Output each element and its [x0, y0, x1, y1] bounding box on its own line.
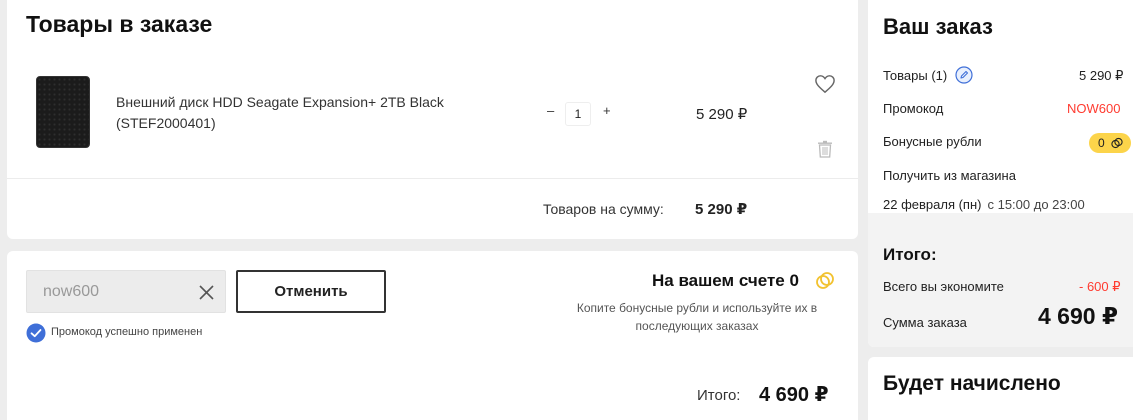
product-name[interactable]: Внешний диск HDD Seagate Expansion+ 2TB … [116, 92, 496, 134]
promo-code-input[interactable]: now600 [26, 270, 226, 313]
close-icon[interactable] [198, 284, 215, 301]
quantity-input[interactable]: 1 [565, 102, 591, 126]
savings-label: Всего вы экономите [883, 279, 1004, 294]
promo-card: now600 Отменить Промокод успешно примене… [7, 251, 858, 420]
order-summary-title: Ваш заказ [883, 14, 993, 39]
check-circle-icon [26, 323, 46, 343]
pencil-icon[interactable] [955, 66, 973, 84]
account-balance-title: На вашем счете 0 [652, 271, 799, 290]
goods-value: 5 290 ₽ [1079, 68, 1124, 83]
coin-icon [1111, 137, 1123, 149]
account-hint: Копите бонусные рубли и используйте их в… [576, 301, 818, 333]
savings-value: - 600 ₽ [1079, 279, 1121, 294]
items-section-title: Товары в заказе [26, 11, 213, 37]
divider [7, 178, 858, 179]
total-label: Итого: [697, 387, 741, 404]
order-sum-value: 4 690 ₽ [1038, 303, 1118, 329]
promo-code-display: NOW600 [1067, 101, 1121, 116]
goods-label: Товары (1) [883, 68, 948, 83]
bonus-accrual-card: Будет начислено [868, 357, 1133, 420]
bonus-rubles-toggle[interactable]: 0 [1089, 133, 1131, 153]
pickup-datetime: 22 февраля (пн) с 15:00 до 23:00 [883, 197, 1085, 212]
quantity-decrease-button[interactable]: – [547, 103, 554, 118]
product-image[interactable] [36, 76, 90, 148]
product-price: 5 290 ₽ [696, 106, 748, 123]
order-total-heading: Итого: [883, 245, 937, 264]
order-summary-card: Ваш заказ Товары (1) 5 290 ₽ Промокод NO… [868, 0, 1133, 347]
pickup-time: с 15:00 до 23:00 [987, 197, 1085, 212]
quantity-increase-button[interactable]: + [603, 103, 611, 118]
trash-icon[interactable] [817, 140, 833, 158]
pickup-date: 22 февраля (пн) [883, 197, 982, 212]
order-items-card: Товары в заказе Внешний диск HDD Seagate… [7, 0, 858, 239]
promo-label: Промокод [883, 101, 944, 116]
bonus-rubles-value: 0 [1098, 136, 1105, 150]
heart-icon[interactable] [814, 74, 836, 94]
subtotal-value: 5 290 ₽ [695, 201, 748, 218]
bonus-accrual-title: Будет начислено [883, 372, 1061, 395]
pickup-label: Получить из магазина [883, 168, 1016, 183]
order-sum-label: Сумма заказа [883, 315, 967, 330]
coin-icon [816, 272, 834, 289]
promo-success-text: Промокод успешно применен [51, 326, 203, 338]
cancel-promo-button[interactable]: Отменить [236, 270, 386, 313]
total-value: 4 690 ₽ [759, 384, 829, 406]
promo-code-value: now600 [43, 283, 100, 300]
subtotal-label: Товаров на сумму: [543, 201, 664, 217]
bonus-rubles-label: Бонусные рубли [883, 134, 982, 149]
